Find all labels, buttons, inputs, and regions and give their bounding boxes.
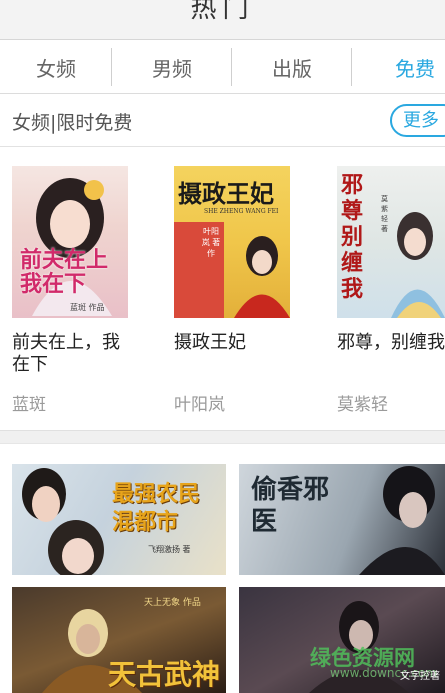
tab-label: 免费 — [395, 56, 435, 81]
banner-title: 偷香邪医 — [251, 475, 330, 537]
banner-caption: 天上无象 作品 — [144, 598, 201, 608]
banner-title: 最强农民混都市 — [112, 481, 201, 535]
tab-female[interactable]: 女频 — [0, 40, 112, 94]
cover-title: 摄政王妃 — [178, 179, 274, 208]
cover-caption: 蓝斑 作品 — [70, 303, 105, 312]
book-title[interactable]: 邪尊，别缠我 — [337, 332, 445, 354]
book-title[interactable]: 前夫在上，我在下 — [12, 332, 132, 376]
cover-title: 前夫在上 我在下 — [20, 247, 109, 297]
book-author: 叶阳岚 — [174, 395, 225, 415]
book-cover[interactable]: 前夫在上 我在下 蓝斑 作品 — [12, 166, 128, 318]
section-header: 女频|限时免费 更多 — [0, 95, 445, 147]
section-divider — [0, 430, 445, 444]
book-cover[interactable]: 摄政王妃 SHE ZHENG WANG FEI 叶阳岚 著作 — [174, 166, 290, 318]
promo-banner[interactable]: 偷香邪医 — [239, 464, 445, 575]
watermark-stamp: 文字控著 — [400, 671, 440, 682]
tab-label: 女频 — [36, 56, 76, 81]
header-bar: 热门 — [0, 0, 445, 40]
promo-banner[interactable]: 最强农民混都市 飞翔激扬 著 — [12, 464, 226, 575]
book-author: 莫紫轻 — [337, 395, 388, 415]
book-card[interactable]: 摄政王妃 SHE ZHENG WANG FEI 叶阳岚 著作 摄政王妃 叶阳岚 — [174, 166, 304, 415]
promo-banner[interactable]: 天上无象 作品 天古武神 — [12, 587, 226, 693]
cover-caption: 莫紫轻 著 — [381, 195, 388, 233]
section-title: 女频|限时免费 — [12, 112, 133, 134]
book-title[interactable]: 摄政王妃 — [174, 332, 294, 354]
more-button[interactable]: 更多 — [390, 104, 445, 137]
tab-publish[interactable]: 出版 — [232, 40, 352, 94]
tab-male[interactable]: 男频 — [112, 40, 232, 94]
book-card[interactable]: 邪尊 别缠我 莫紫轻 著 邪尊，别缠我 莫紫轻 — [337, 166, 445, 415]
tab-label: 男频 — [152, 56, 192, 81]
book-author: 蓝斑 — [12, 395, 46, 415]
cover-pinyin: SHE ZHENG WANG FEI — [204, 208, 279, 215]
book-cover[interactable]: 邪尊 别缠我 莫紫轻 著 — [337, 166, 445, 318]
banner-title: 天古武神 — [108, 658, 221, 691]
category-tabs: 女频 男频 出版 免费 — [0, 40, 445, 94]
tab-free[interactable]: 免费 — [352, 40, 445, 94]
cover-caption: 叶阳岚 著作 — [201, 227, 221, 258]
page-title: 热门 — [190, 0, 255, 24]
book-card[interactable]: 前夫在上 我在下 蓝斑 作品 前夫在上，我在下 蓝斑 — [12, 166, 142, 415]
cover-title: 邪尊 别缠我 — [341, 172, 364, 302]
tab-label: 出版 — [272, 56, 312, 81]
banner-caption: 飞翔激扬 著 — [148, 545, 191, 554]
